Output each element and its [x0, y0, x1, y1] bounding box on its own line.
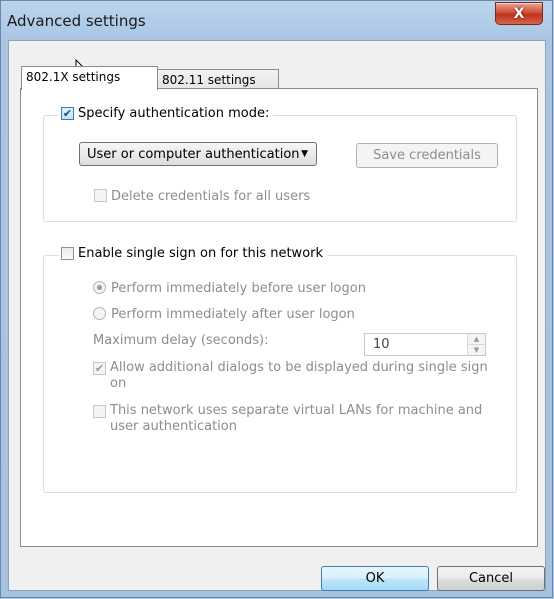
radio-before-logon-label: Perform immediately before user logon: [111, 281, 366, 296]
save-credentials-label: Save credentials: [373, 148, 481, 163]
enable-sso-legend: Enable single sign on for this network: [59, 246, 328, 261]
select-value: User or computer authentication: [87, 146, 300, 162]
window-title: Advanced settings: [7, 12, 146, 30]
radio-after-logon-row[interactable]: Perform immediately after user logon: [93, 307, 355, 322]
title-bar[interactable]: Advanced settings X: [1, 1, 552, 39]
tab-label: 802.1X settings: [26, 70, 121, 84]
allow-dialogs-row[interactable]: ✔ Allow additional dialogs to be display…: [93, 360, 488, 392]
enable-sso-checkbox[interactable]: [61, 247, 74, 260]
cancel-button[interactable]: Cancel: [437, 566, 545, 591]
radio-after-logon[interactable]: [93, 307, 106, 320]
specify-mode-legend: ✔ Specify authentication mode:: [59, 106, 274, 121]
max-delay-row: Maximum delay (seconds):: [93, 333, 269, 348]
tab-label: 802.11 settings: [162, 73, 256, 87]
radio-after-logon-label: Perform immediately after user logon: [111, 307, 355, 322]
enable-sso-label: Enable single sign on for this network: [78, 246, 324, 261]
delete-credentials-checkbox[interactable]: [94, 189, 107, 202]
radio-before-logon-row[interactable]: Perform immediately before user logon: [93, 281, 366, 296]
dialog-client-area: 802.1X settings 802.11 settings ✔ Specif…: [8, 40, 546, 591]
save-credentials-button[interactable]: Save credentials: [356, 143, 498, 168]
cancel-label: Cancel: [468, 571, 514, 586]
separate-vlans-row[interactable]: This network uses separate virtual LANs …: [93, 403, 488, 435]
tab-802-1x-settings[interactable]: 802.1X settings: [21, 66, 158, 90]
allow-dialogs-checkbox[interactable]: ✔: [93, 362, 106, 375]
separate-vlans-checkbox[interactable]: [93, 405, 106, 418]
allow-dialogs-label: Allow additional dialogs to be displayed…: [110, 360, 488, 391]
max-delay-value: 10: [373, 337, 390, 352]
advanced-settings-window: Advanced settings X 802.1X settings 802.…: [0, 0, 553, 598]
specify-mode-checkbox[interactable]: ✔: [61, 107, 74, 120]
specify-mode-label: Specify authentication mode:: [78, 106, 270, 121]
close-button[interactable]: X: [495, 2, 543, 25]
delete-credentials-label: Delete credentials for all users: [111, 189, 311, 204]
delete-credentials-row[interactable]: Delete credentials for all users: [94, 189, 310, 204]
spin-down-icon[interactable]: ▼: [468, 345, 485, 355]
max-delay-spinner[interactable]: 10 ▲ ▼: [364, 333, 486, 356]
ok-label: OK: [365, 571, 385, 586]
separate-vlans-label: This network uses separate virtual LANs …: [110, 403, 483, 434]
radio-selected-dot: [97, 285, 102, 290]
close-icon: X: [513, 5, 525, 22]
chevron-down-icon: ▼: [301, 149, 308, 159]
authentication-mode-select[interactable]: User or computer authentication ▼: [79, 142, 317, 166]
spin-up-icon[interactable]: ▲: [468, 334, 485, 345]
spinner-buttons: ▲ ▼: [467, 334, 485, 355]
authentication-groupbox: [43, 115, 517, 222]
ok-button[interactable]: OK: [321, 566, 429, 591]
max-delay-label: Maximum delay (seconds):: [93, 333, 269, 348]
radio-before-logon[interactable]: [93, 281, 106, 294]
